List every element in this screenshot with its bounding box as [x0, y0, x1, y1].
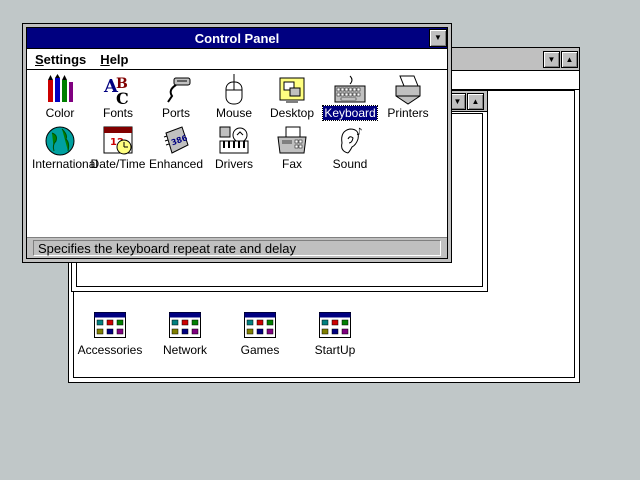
program-group-icon: [75, 312, 145, 341]
program-group-icon: [300, 312, 370, 341]
control-panel-menubar: Settings Help: [27, 49, 447, 70]
group-icon-startup[interactable]: StartUp: [300, 312, 370, 357]
calendar-clock-icon: 12: [102, 125, 134, 157]
fax-icon: [276, 125, 308, 157]
ports-plug-icon: [160, 74, 192, 106]
group-icon-label: StartUp: [314, 343, 356, 357]
minimize-button[interactable]: ▼: [543, 51, 560, 68]
control-panel-icon-area: Color A B C Fonts Ports Mouse Desktop Keyboard Pr…: [27, 70, 447, 234]
control-menu-button[interactable]: ▼: [429, 29, 447, 47]
cp-icon-sound[interactable]: ♪ Sound: [321, 125, 379, 175]
control-panel-client: Control Panel ▼ Settings Help Color A B C Fo…: [26, 27, 448, 259]
group-icon-games[interactable]: Games: [225, 312, 295, 357]
cp-icon-label: Ports: [161, 106, 190, 120]
svg-text:C: C: [116, 89, 129, 106]
menu-settings[interactable]: Settings: [35, 52, 86, 67]
group-icon-label: Accessories: [77, 343, 143, 357]
cp-icon-enhanced[interactable]: 386 Enhanced: [147, 125, 205, 175]
keyboard-icon: [334, 74, 366, 106]
cp-icon-fonts[interactable]: A B C Fonts: [89, 74, 147, 124]
printer-icon: [392, 74, 424, 106]
program-group-icon: [225, 312, 295, 341]
cp-icon-color[interactable]: Color: [31, 74, 89, 124]
maximize-button[interactable]: ▲: [561, 51, 578, 68]
color-crayons-icon: [44, 74, 76, 106]
cp-icon-keyboard[interactable]: Keyboard: [321, 74, 379, 124]
cp-icon-label: Fonts: [102, 106, 133, 120]
svg-text:♪: ♪: [356, 127, 362, 138]
group-maximize-button[interactable]: ▲: [467, 93, 484, 110]
menu-help[interactable]: Help: [100, 52, 128, 67]
control-panel-window[interactable]: Control Panel ▼ Settings Help Color A B C Fo…: [22, 23, 452, 263]
cp-icon-label: Color: [45, 106, 75, 120]
cp-icon-label: Enhanced: [148, 157, 204, 171]
cp-icon-label: Date/Time: [90, 157, 146, 171]
desktop-icon: [276, 74, 308, 106]
cp-icon-mouse[interactable]: Mouse: [205, 74, 263, 124]
cp-icon-label: Fax: [281, 157, 302, 171]
cp-icon-label: Sound: [332, 157, 368, 171]
window-title: Control Panel: [194, 30, 280, 46]
cp-icon-label: Printers: [387, 106, 429, 120]
globe-icon: [44, 125, 76, 157]
cp-icon-label: Keyboard: [322, 105, 378, 121]
sound-ear-icon: ♪: [334, 125, 366, 157]
cp-icon-label: Drivers: [215, 157, 253, 171]
group-icon-accessories[interactable]: Accessories: [75, 312, 145, 357]
cp-icon-international[interactable]: International: [31, 125, 98, 175]
mouse-icon: [218, 74, 250, 106]
fonts-icon: ABC: [102, 74, 134, 108]
status-text: Specifies the keyboard repeat rate and d…: [33, 240, 441, 256]
program-group-icon: [150, 312, 220, 341]
cp-icon-printers[interactable]: Printers: [379, 74, 437, 124]
drivers-icon: [218, 125, 250, 157]
group-icon-network[interactable]: Network: [150, 312, 220, 357]
chip-386-icon: 386: [160, 125, 192, 157]
cp-icon-label: Desktop: [269, 106, 315, 120]
cp-icon-desktop[interactable]: Desktop: [263, 74, 321, 124]
cp-icon-datetime[interactable]: 12 Date/Time: [89, 125, 147, 175]
group-icon-label: Games: [240, 343, 280, 357]
group-icon-label: Network: [162, 343, 207, 357]
cp-icon-fax[interactable]: Fax: [263, 125, 321, 175]
status-bar: Specifies the keyboard repeat rate and d…: [27, 237, 447, 258]
cp-icon-label: Mouse: [215, 106, 253, 120]
control-panel-titlebar[interactable]: Control Panel: [27, 28, 447, 49]
cp-icon-ports[interactable]: Ports: [147, 74, 205, 124]
cp-icon-drivers[interactable]: Drivers: [205, 125, 263, 175]
